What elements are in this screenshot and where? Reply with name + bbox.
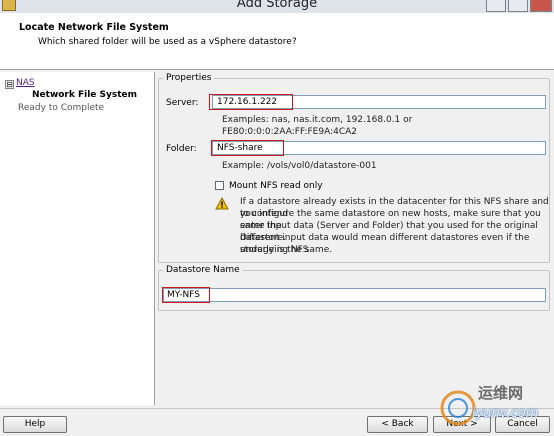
close-button[interactable] (530, 0, 552, 12)
server-label: Server: (166, 98, 199, 108)
step-network-file-system: Network File System (32, 90, 138, 100)
datastore-name-group-label: Datastore Name (166, 265, 240, 275)
warning-text-line5: storage is the same. (240, 245, 333, 255)
mount-readonly-label: Mount NFS read only (229, 181, 323, 191)
help-button[interactable]: Help (3, 416, 67, 433)
page-subtitle: Which shared folder will be used as a vS… (38, 37, 297, 47)
collapse-toggle-icon[interactable]: ⊟ (5, 80, 14, 89)
maximize-button[interactable] (508, 0, 528, 12)
datastore-name-input[interactable]: MY-NFS (163, 288, 546, 302)
folder-highlight-box (211, 140, 284, 156)
folder-hint: Example: /vols/vol0/datastore-001 (222, 161, 377, 171)
datastore-name-highlight-box (162, 287, 210, 303)
minimize-button[interactable] (486, 0, 506, 12)
warning-icon (215, 197, 229, 210)
wizard-step-tree: ⊟ NAS Network File System Ready to Compl… (0, 72, 155, 405)
step-nas-link[interactable]: NAS (16, 78, 35, 88)
watermark-url-text: iyunv.com (472, 406, 539, 421)
step-ready-to-complete: Ready to Complete (18, 103, 105, 113)
server-hint-line1: Examples: nas, nas.it.com, 192.168.0.1 o… (222, 115, 413, 125)
window-titlebar: Add Storage (0, 0, 554, 13)
mount-readonly-checkbox[interactable] (215, 181, 224, 190)
watermark-cn-text: 运维网 (478, 384, 524, 402)
server-highlight-box (209, 94, 293, 110)
window-title: Add Storage (236, 0, 318, 11)
page-title: Locate Network File System (19, 22, 169, 33)
wizard-header: Locate Network File System Which shared … (0, 13, 554, 70)
site-watermark: 运维网 iyunv.com (438, 380, 550, 432)
folder-label: Folder: (166, 144, 197, 154)
properties-group-label: Properties (166, 73, 212, 83)
back-button[interactable]: < Back (367, 416, 428, 433)
server-hint-line2: FE80:0:0:0:2AA:FF:FE9A:4CA2 (222, 127, 357, 137)
